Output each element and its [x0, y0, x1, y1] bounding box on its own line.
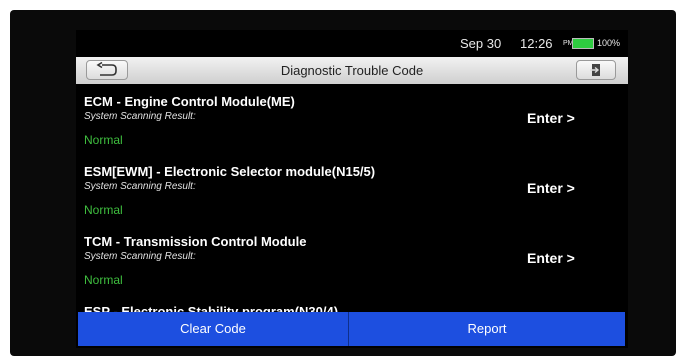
module-row-tcm[interactable]: TCM - Transmission Control Module System… [76, 228, 628, 296]
module-title: ESM[EWM] - Electronic Selector module(N1… [84, 164, 376, 179]
enter-button[interactable]: Enter > [527, 110, 575, 126]
exit-button[interactable] [576, 60, 616, 80]
exit-door-icon [590, 64, 600, 76]
back-button[interactable] [86, 60, 128, 80]
scanner-screen: Sep 30 12:26 PM 100% Diagnostic Trouble … [76, 30, 628, 348]
module-subtitle: System Scanning Result: [84, 111, 196, 122]
module-status: Normal [84, 203, 123, 217]
module-list: ECM - Engine Control Module(ME) System S… [76, 88, 628, 314]
module-status: Normal [84, 273, 123, 287]
module-title: ECM - Engine Control Module(ME) [84, 94, 295, 109]
module-row-esm[interactable]: ESM[EWM] - Electronic Selector module(N1… [76, 158, 628, 226]
module-subtitle: System Scanning Result: [84, 251, 196, 262]
status-bar: Sep 30 12:26 PM 100% [76, 30, 628, 56]
back-arrow-icon [96, 61, 117, 76]
module-row-ecm[interactable]: ECM - Engine Control Module(ME) System S… [76, 88, 628, 156]
clear-code-button[interactable]: Clear Code [78, 312, 349, 346]
battery-percent: 100% [597, 38, 621, 48]
module-title: TCM - Transmission Control Module [84, 234, 307, 249]
enter-button[interactable]: Enter > [527, 250, 575, 266]
action-bar: Clear Code Report [76, 312, 628, 346]
battery-icon [572, 38, 594, 49]
module-subtitle: System Scanning Result: [84, 181, 196, 192]
status-time: 12:26 [520, 36, 553, 51]
enter-button[interactable]: Enter > [527, 180, 575, 196]
title-bar: Diagnostic Trouble Code [76, 57, 628, 84]
module-status: Normal [84, 133, 123, 147]
status-date: Sep 30 [460, 36, 502, 51]
page-title: Diagnostic Trouble Code [280, 63, 424, 78]
report-button[interactable]: Report [349, 312, 625, 346]
